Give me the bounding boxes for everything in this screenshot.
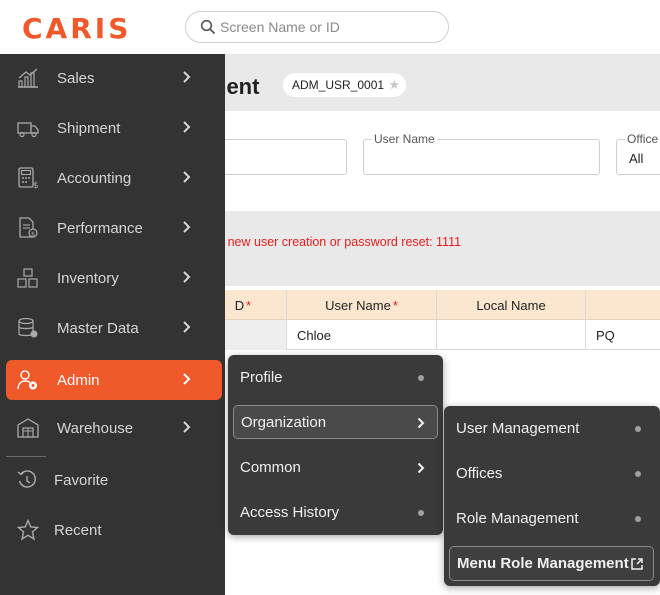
sidebar-item-label: Inventory — [57, 270, 119, 287]
table-cell[interactable]: PQ — [586, 320, 660, 350]
menu-item-menu-role-management[interactable]: Menu Role Management — [449, 546, 654, 581]
chevron-right-icon — [183, 221, 191, 233]
screen-id-text: ADM_USR_0001 — [292, 78, 385, 92]
user-gear-icon — [17, 370, 37, 390]
menu-item-offices[interactable]: Offices — [449, 457, 655, 491]
truck-icon — [17, 122, 39, 138]
sidebar-item-admin[interactable]: Admin — [6, 360, 222, 400]
menu-item-common[interactable]: Common — [233, 451, 438, 485]
menu-item-role-management[interactable]: Role Management — [449, 502, 655, 536]
history-icon — [17, 470, 36, 488]
external-link-icon — [631, 558, 643, 570]
warehouse-icon — [17, 418, 39, 438]
calculator-icon: $ — [18, 167, 39, 189]
dot-icon — [635, 471, 641, 477]
dot-icon — [635, 426, 641, 432]
report-icon: $ — [19, 217, 38, 238]
sidebar-item-sales[interactable]: Sales — [6, 58, 222, 98]
sidebar-item-label: Warehouse — [57, 420, 134, 437]
chevron-right-icon — [417, 462, 425, 474]
top-bar: CARIS — [0, 0, 660, 54]
chevron-right-icon — [183, 171, 191, 183]
dot-icon — [635, 516, 641, 522]
grid-header-local-name[interactable]: Local Name — [437, 290, 586, 320]
sidebar-item-label: Favorite — [54, 472, 109, 489]
search-icon — [200, 19, 215, 34]
organization-submenu: User Management Offices Role Management … — [444, 406, 660, 586]
dot-icon — [418, 375, 424, 381]
chart-icon — [18, 68, 38, 88]
menu-item-profile[interactable]: Profile — [233, 361, 438, 395]
user-name-field[interactable]: User Name — [363, 132, 600, 175]
sidebar-item-label: Shipment — [57, 120, 121, 137]
menu-item-organization[interactable]: Organization — [233, 405, 438, 439]
office-select[interactable]: Office All — [616, 132, 660, 175]
sidebar-divider — [6, 456, 46, 457]
table-cell[interactable] — [437, 320, 586, 350]
chevron-right-icon — [183, 421, 191, 433]
user-name-label: User Name — [372, 132, 437, 146]
svg-text:$: $ — [33, 181, 39, 189]
dot-icon — [418, 510, 424, 516]
database-icon — [18, 317, 38, 338]
sidebar-item-label: Recent — [54, 522, 102, 539]
sidebar: Sales Shipment $ Accounting $ Performanc… — [0, 54, 225, 595]
sidebar-item-warehouse[interactable]: Warehouse — [6, 408, 222, 448]
menu-item-user-management[interactable]: User Management — [449, 412, 655, 446]
sidebar-item-label: Sales — [57, 70, 95, 87]
star-icon — [16, 519, 40, 541]
grid-header-user-name[interactable]: User Name * — [287, 290, 437, 320]
admin-submenu: Profile Organization Common Access Histo… — [228, 355, 443, 535]
chevron-right-icon — [183, 321, 191, 333]
sidebar-item-label: Master Data — [57, 320, 139, 337]
sidebar-item-label: Admin — [57, 372, 100, 389]
sidebar-item-favorite[interactable]: Favorite — [6, 460, 222, 500]
caris-logo[interactable]: CARIS — [22, 12, 131, 45]
table-cell[interactable]: Chloe — [287, 320, 437, 350]
sidebar-item-master-data[interactable]: Master Data — [6, 308, 222, 348]
office-label: Office — [625, 132, 660, 146]
menu-item-access-history[interactable]: Access History — [233, 496, 438, 530]
chevron-right-icon — [183, 121, 191, 133]
sidebar-item-recent[interactable]: Recent — [6, 510, 222, 550]
screen-id-badge: ADM_USR_0001 ★ — [283, 73, 407, 97]
sidebar-item-inventory[interactable]: Inventory — [6, 258, 222, 298]
chevron-right-icon — [417, 417, 425, 429]
sidebar-item-label: Accounting — [57, 170, 132, 187]
office-value: All — [629, 151, 644, 166]
password-notice: er new user creation or password reset: … — [213, 235, 462, 249]
boxes-icon — [17, 268, 38, 288]
chevron-right-icon — [183, 373, 191, 385]
sidebar-item-performance[interactable]: $ Performance — [6, 208, 222, 248]
search-box[interactable] — [185, 11, 449, 43]
chevron-right-icon — [183, 71, 191, 83]
favorite-star-icon[interactable]: ★ — [388, 73, 400, 97]
grid-header-more[interactable] — [586, 290, 660, 320]
sidebar-item-shipment[interactable]: Shipment — [6, 108, 222, 148]
svg-text:$: $ — [31, 230, 35, 238]
chevron-right-icon — [183, 271, 191, 283]
sidebar-item-accounting[interactable]: $ Accounting — [6, 158, 222, 198]
search-input[interactable] — [220, 19, 440, 35]
sidebar-item-label: Performance — [57, 220, 143, 237]
